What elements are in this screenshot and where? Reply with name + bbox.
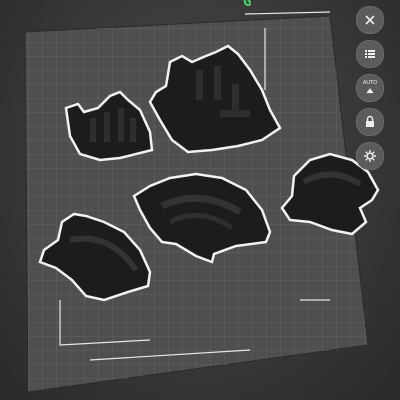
settings-button[interactable] [356, 142, 384, 170]
corner-label: G [243, 0, 252, 10]
close-button[interactable] [356, 6, 384, 34]
gear-icon [364, 150, 376, 162]
3d-viewport[interactable]: G AUTO [0, 0, 400, 400]
list-button[interactable] [356, 40, 384, 68]
auto-support-button[interactable]: AUTO [356, 74, 384, 102]
list-icon [365, 50, 375, 58]
close-icon [365, 15, 375, 25]
viewport-toolbar: AUTO [352, 6, 386, 170]
lock-button[interactable] [356, 108, 384, 136]
build-plate-scene [24, 11, 380, 393]
lock-icon [366, 115, 374, 127]
auto-support-icon [366, 87, 374, 93]
